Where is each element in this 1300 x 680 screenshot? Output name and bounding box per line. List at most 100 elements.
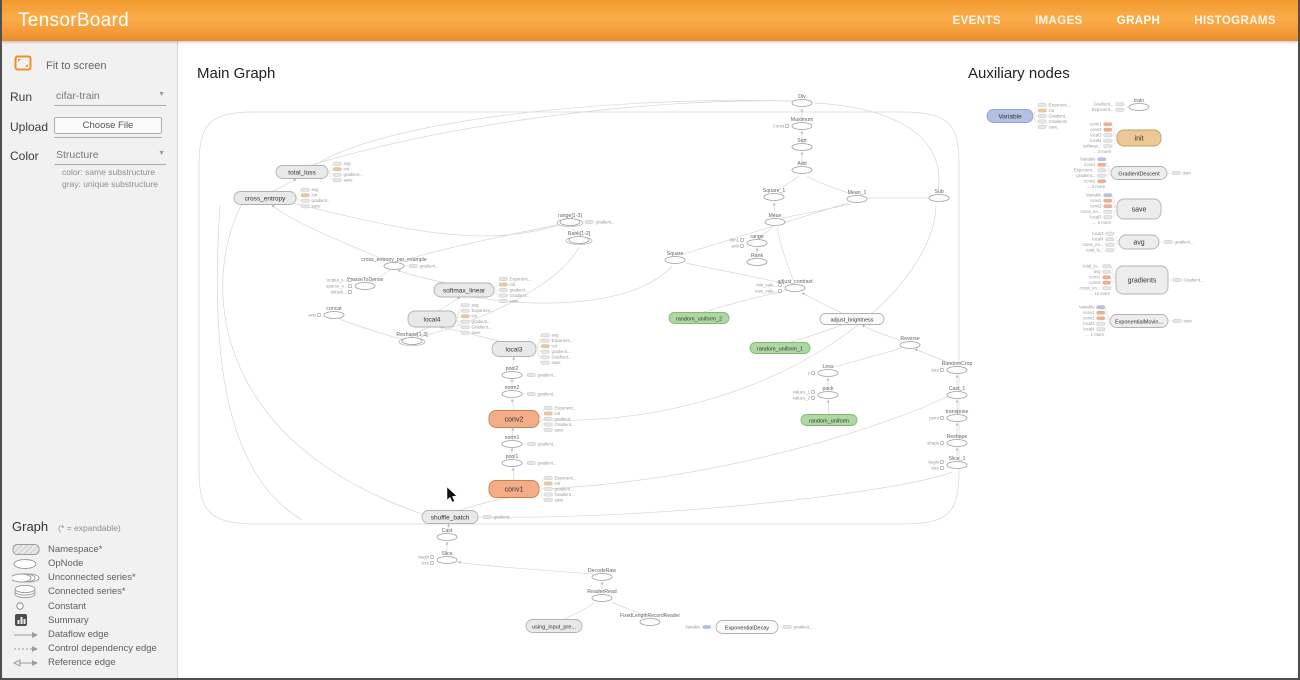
graph-node-local4[interactable]: local4avgExponent...initgradient...Gradi… — [408, 303, 493, 336]
svg-text:init: init — [312, 193, 318, 198]
graph-node-cast[interactable]: Cast — [437, 528, 457, 541]
graph-node-pool1[interactable]: pool1gradient... — [502, 454, 557, 467]
svg-text:Const: Const — [773, 123, 785, 128]
graph-edge — [467, 266, 672, 303]
color-select[interactable]: Structure▼ — [54, 147, 166, 165]
graph-node-cross-entropy[interactable]: cross_entropyavginitgradient...save — [234, 187, 331, 209]
run-select[interactable]: cifar-train▼ — [54, 88, 166, 106]
graph-node-reshape[interactable]: Reshapeshape — [927, 434, 967, 447]
choose-file-button[interactable]: Choose File — [54, 117, 162, 134]
graph-node-reshape-1-3-[interactable]: Reshape[1-3] — [396, 332, 428, 345]
svg-text:cross_en...: cross_en... — [1082, 242, 1103, 247]
nav-tab-events[interactable]: EVENTS — [953, 15, 1001, 27]
graph-node-slice-1[interactable]: Slice_1beginsize — [928, 456, 967, 470]
legend-item-unconnected-series: Unconnected series* — [12, 571, 177, 585]
graph-node-randomcrop[interactable]: RandomCropsize — [931, 361, 972, 374]
graph-node-avg[interactable]: avglocal3local4cross_en...total_lo...gra… — [1082, 231, 1193, 253]
graph-node-shuffle-batch[interactable]: shuffle_batchgradient... — [422, 511, 513, 524]
legend-item-opnode: OpNode — [12, 557, 177, 571]
svg-text:gradient...: gradient... — [538, 460, 557, 465]
graph-node-rank-1-2-[interactable]: Rank[1-2] — [566, 231, 592, 244]
svg-text:save: save — [552, 360, 562, 365]
graph-canvas[interactable]: total_lossavginitgradient...save cross_en… — [178, 41, 1300, 680]
graph-node-save[interactable]: saveVariableconv1conv2cross_en...local3.… — [1080, 193, 1161, 226]
graph-node-cast-1[interactable]: Cast_1 — [947, 386, 967, 399]
graph-node-mean[interactable]: Mean — [765, 213, 785, 226]
svg-text:cross_entropy: cross_entropy — [245, 195, 287, 202]
graph-node-mean-1[interactable]: Mean_1 — [847, 190, 867, 203]
svg-text:conv2: conv2 — [505, 416, 524, 423]
graph-node-random-uniform[interactable]: random_uniform — [801, 415, 857, 426]
svg-text:Square_1: Square_1 — [763, 188, 786, 194]
graph-node-less[interactable]: Lessy — [808, 364, 838, 377]
graph-node-sparsetodense[interactable]: SparseToDenseoutput_s...sparse_v...defau… — [326, 277, 383, 294]
svg-text:max_valu...: max_valu... — [755, 288, 777, 293]
svg-text:gradient...: gradient... — [538, 391, 557, 396]
svg-text:Sqrt: Sqrt — [797, 138, 807, 144]
graph-node-maximum[interactable]: MaximumConst — [773, 117, 813, 130]
svg-text:Slice_1: Slice_1 — [948, 456, 965, 462]
graph-node-decoderaw[interactable]: DecodeRaw — [588, 568, 617, 581]
graph-node-local3[interactable]: local3avgExponent...initgradient...Gradi… — [492, 333, 573, 366]
graph-node-range[interactable]: rangedim1axis — [730, 234, 767, 248]
nav-tab-graph[interactable]: GRAPH — [1117, 15, 1161, 27]
graph-node-sub[interactable]: Sub — [929, 189, 949, 202]
graph-node-random-uniform-1[interactable]: random_uniform_1 — [750, 343, 810, 354]
constant-shape-icon — [12, 601, 48, 611]
graph-node-div[interactable]: Div — [792, 94, 812, 107]
graph-node-variable[interactable]: VariableExponent...initGradient...Gradie… — [987, 102, 1070, 129]
graph-node-add[interactable]: Add — [792, 161, 812, 174]
graph-node-norm1[interactable]: norm1gradient... — [502, 435, 557, 448]
opnode-shape-icon — [12, 558, 48, 570]
svg-text:Gradients: Gradients — [1049, 119, 1068, 124]
graph-node-adjust-brightness[interactable]: adjust_brightness — [820, 314, 884, 325]
graph-node-softmax-linear[interactable]: softmax_linearExponent...initgradient...… — [434, 276, 531, 303]
svg-text:train: train — [1184, 318, 1193, 323]
app-header: TensorBoard EVENTSIMAGESGRAPHHISTOGRAMS — [2, 0, 1298, 41]
graph-node-square-1[interactable]: Square_1 — [763, 188, 786, 201]
graph-node-exponentialmovin-[interactable]: ExponentialMovin...Variableconv1conv2loc… — [1079, 305, 1192, 338]
graph-node-fixedlengthrecordreader[interactable]: FixedLengthRecordReader — [620, 613, 680, 626]
graph-node-range-1-3-[interactable]: range[1-3]gradient... — [557, 213, 615, 226]
graph-node-sqrt[interactable]: Sqrt — [792, 138, 812, 151]
graph-node-train[interactable]: trainGradient...Exponent... — [1092, 98, 1149, 112]
chevron-down-icon: ▼ — [158, 150, 165, 157]
graph-node-conv1[interactable]: conv1Exponent...initgradient...Gradient.… — [489, 475, 576, 502]
svg-text:norm1: norm1 — [505, 435, 520, 441]
graph-node-pack[interactable]: packvalues_1values_2 — [793, 386, 838, 400]
graph-node-gradientdescent[interactable]: GradientDescentVariableconv1Exponent...g… — [1074, 157, 1192, 190]
graph-node-reverse[interactable]: Reverse — [900, 336, 920, 349]
graph-edge — [458, 562, 593, 574]
nav-tab-images[interactable]: IMAGES — [1035, 15, 1083, 27]
graph-node-conv2[interactable]: conv2Exponent...initgradient...Gradient.… — [489, 405, 576, 432]
graph-node-square[interactable]: Square — [665, 251, 685, 264]
svg-text:Reshape: Reshape — [947, 434, 968, 440]
svg-text:transpose: transpose — [946, 409, 969, 415]
graph-node-slice[interactable]: Slicebeginsize — [418, 551, 457, 565]
graph-node-readerread[interactable]: ReaderRead — [587, 589, 617, 602]
graph-node-random-uniform-2[interactable]: random_uniform_2 — [669, 313, 729, 324]
svg-text:cross_en...: cross_en... — [1080, 209, 1101, 214]
graph-node-cross-entropy-per-example[interactable]: cross_entropy_per_examplegradient... — [361, 257, 438, 270]
svg-text:Rank: Rank — [751, 253, 764, 259]
graph-node-gradients[interactable]: gradientstotal_lo...avgconv1conv2cross_e… — [1079, 264, 1203, 297]
graph-node-exponentialdecay[interactable]: ExponentialDecayVariablegradient... — [685, 621, 813, 634]
graph-node-adjust-contrast[interactable]: adjust_contrastmin_valu...max_valu... — [755, 279, 813, 293]
graph-node-using-input-pre-[interactable]: using_input_pre... — [526, 620, 582, 633]
graph-node-pool2[interactable]: pool2gradient... — [502, 366, 557, 379]
graph-node-total-loss[interactable]: total_lossavginitgradient...save — [276, 161, 363, 183]
graph-node-init[interactable]: initconv1conv2local3local4softmax...... … — [1083, 122, 1161, 154]
fit-to-screen-button[interactable]: Fit to screen — [14, 55, 177, 76]
nav-tab-histograms[interactable]: HISTOGRAMS — [1194, 15, 1276, 27]
graph-node-rank[interactable]: Rank — [747, 253, 767, 266]
svg-text:using_input_pre...: using_input_pre... — [532, 624, 576, 630]
graph-edge — [314, 100, 794, 166]
graph-node-concat[interactable]: concataxis — [308, 306, 344, 319]
svg-text:Gradient...: Gradient... — [510, 293, 530, 298]
svg-text:train: train — [1134, 98, 1144, 104]
graph-node-transpose[interactable]: transposeperm — [929, 409, 968, 422]
svg-text:Gradient...: Gradient... — [1184, 277, 1204, 282]
upload-label: Upload — [10, 120, 54, 134]
graph-node-norm2[interactable]: norm2gradient... — [502, 385, 557, 398]
svg-text:avg: avg — [1094, 269, 1102, 274]
